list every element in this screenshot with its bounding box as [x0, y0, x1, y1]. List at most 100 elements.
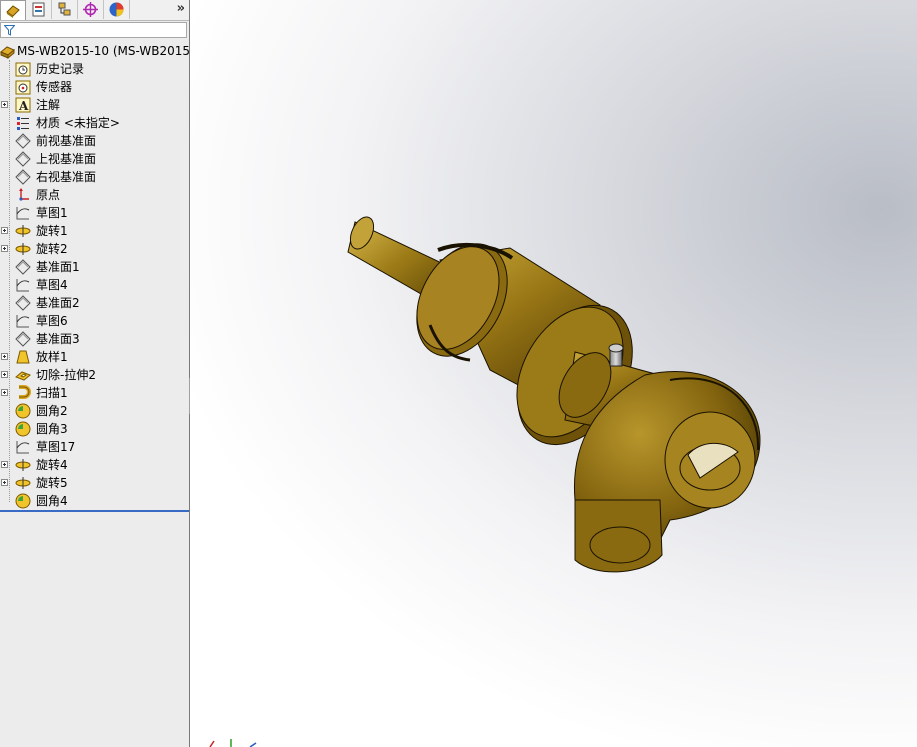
filter-icon	[4, 25, 15, 36]
tree-item-right-plane[interactable]: 右视基准面	[0, 168, 189, 186]
display-manager-tab-icon	[109, 2, 124, 17]
tree-item-revolve2[interactable]: 旋转2	[0, 240, 189, 258]
expand-toggle-icon[interactable]	[1, 371, 8, 378]
sketch-icon	[16, 279, 30, 292]
tree-item-label: 历史记录	[36, 62, 85, 76]
tree-item-sketch4[interactable]: 草图4	[0, 276, 189, 294]
tree-item-plane3[interactable]: 基准面3	[0, 330, 189, 348]
tree-item-sketch17[interactable]: 草图17	[0, 438, 189, 456]
tree-item-revolve5[interactable]: 旋转5	[0, 474, 189, 492]
tree-item-plane2[interactable]: 基准面2	[0, 294, 189, 312]
revolve-icon	[15, 243, 31, 255]
tree-item-label: 旋转1	[36, 224, 68, 238]
tree-filter-input[interactable]	[0, 22, 187, 38]
tree-item-label: 圆角2	[36, 404, 68, 418]
tree-item-label: 注解	[36, 98, 61, 112]
part-model-render[interactable]	[190, 0, 917, 747]
revolve-icon	[15, 459, 31, 471]
svg-text:A: A	[18, 99, 29, 113]
tree-item-label: 草图1	[36, 206, 68, 220]
tree-item-revolve1[interactable]: 旋转1	[0, 222, 189, 240]
material-icon	[17, 117, 29, 130]
loft-icon	[16, 350, 30, 364]
expand-toggle-icon[interactable]	[1, 479, 8, 486]
tree-item-label: 放样1	[36, 350, 68, 364]
tree-item-label: 草图6	[36, 314, 68, 328]
tree-item-label: 基准面1	[36, 260, 80, 274]
tree-root-part[interactable]: MS-WB2015-10 (MS-WB2015	[0, 42, 189, 60]
tree-item-loft1[interactable]: 放样1	[0, 348, 189, 366]
tree-item-label: 圆角3	[36, 422, 68, 436]
tree-item-label: 传感器	[36, 80, 73, 94]
plane-icon	[15, 295, 31, 311]
tree-item-label: 草图4	[36, 278, 68, 292]
cut-extrude-icon	[15, 371, 31, 381]
tree-item-label: 基准面3	[36, 332, 80, 346]
plane-icon	[15, 133, 31, 149]
featuremanager-tab-icon	[5, 5, 20, 18]
graphics-viewport[interactable]	[190, 0, 917, 747]
origin-icon	[19, 188, 29, 201]
featuremanager-tab[interactable]	[0, 0, 26, 20]
plane-icon	[15, 169, 31, 185]
sketch-icon	[16, 207, 30, 220]
expand-toggle-icon[interactable]	[1, 101, 8, 108]
fillet-icon	[15, 421, 31, 437]
display-manager-tab[interactable]	[104, 0, 130, 19]
tree-item-sketch1[interactable]: 草图1	[0, 204, 189, 222]
root-part-label: MS-WB2015-10 (MS-WB2015	[17, 44, 190, 58]
plane-icon	[15, 331, 31, 347]
outlet[interactable]	[574, 499, 663, 573]
expand-toggle-icon[interactable]	[1, 389, 8, 396]
tree-item-label: 圆角4	[36, 494, 68, 508]
sweep-icon	[19, 385, 31, 399]
axis-triad-icon	[209, 739, 257, 747]
tree-item-material[interactable]: 材质 <未指定>	[0, 114, 189, 132]
tree-item-label: 切除-拉伸2	[36, 368, 96, 382]
tree-item-label: 旋转5	[36, 476, 68, 490]
sketch-icon	[16, 441, 30, 454]
part-icon	[0, 46, 15, 59]
tree-item-sensors[interactable]: 传感器	[0, 78, 189, 96]
propertymanager-tab-icon	[32, 2, 45, 17]
expand-toggle-icon[interactable]	[1, 227, 8, 234]
rollback-bar[interactable]	[0, 510, 189, 512]
tree-item-revolve4[interactable]: 旋转4	[0, 456, 189, 474]
propertymanager-tab[interactable]	[26, 0, 52, 19]
tree-item-label: 草图17	[36, 440, 76, 454]
tree-item-fillet4[interactable]: 圆角4	[0, 492, 189, 510]
tree-item-cut-extrude2[interactable]: 切除-拉伸2	[0, 366, 189, 384]
tree-item-sketch6[interactable]: 草图6	[0, 312, 189, 330]
tree-item-label: 材质 <未指定>	[36, 116, 120, 130]
configurationmanager-tab-icon	[58, 2, 71, 16]
tree-item-label: 前视基准面	[36, 134, 97, 148]
fillet-icon	[15, 493, 31, 509]
tree-item-label: 扫描1	[36, 386, 68, 400]
tree-item-annotations[interactable]: A 注解	[0, 96, 189, 114]
history-icon	[15, 62, 31, 77]
tree-item-label: 旋转4	[36, 458, 68, 472]
tree-item-top-plane[interactable]: 上视基准面	[0, 150, 189, 168]
tree-item-origin[interactable]: 原点	[0, 186, 189, 204]
expand-toggle-icon[interactable]	[1, 353, 8, 360]
dimxpert-tab-icon	[83, 2, 98, 17]
configurationmanager-tab[interactable]	[52, 0, 78, 19]
tree-item-front-plane[interactable]: 前视基准面	[0, 132, 189, 150]
expand-panel-icon[interactable]: »	[177, 1, 185, 16]
tree-item-label: 右视基准面	[36, 170, 97, 184]
annotation-icon: A	[15, 97, 31, 113]
tree-item-label: 旋转2	[36, 242, 68, 256]
feature-manager-panel: » MS-WB2015-10 (MS-WB2015 历史记录 传感器 A 注解 …	[0, 0, 190, 747]
expand-toggle-icon[interactable]	[1, 245, 8, 252]
tree-item-plane1[interactable]: 基准面1	[0, 258, 189, 276]
tree-item-sweep1[interactable]: 扫描1	[0, 384, 189, 402]
tree-item-history[interactable]: 历史记录	[0, 60, 189, 78]
fillet-icon	[15, 403, 31, 419]
tree-item-fillet3[interactable]: 圆角3	[0, 420, 189, 438]
revolve-icon	[15, 477, 31, 489]
expand-toggle-icon[interactable]	[1, 461, 8, 468]
tree-item-label: 上视基准面	[36, 152, 97, 166]
grease-pin[interactable]	[608, 343, 624, 367]
dimxpert-tab[interactable]	[78, 0, 104, 19]
tree-item-fillet2[interactable]: 圆角2	[0, 402, 189, 420]
